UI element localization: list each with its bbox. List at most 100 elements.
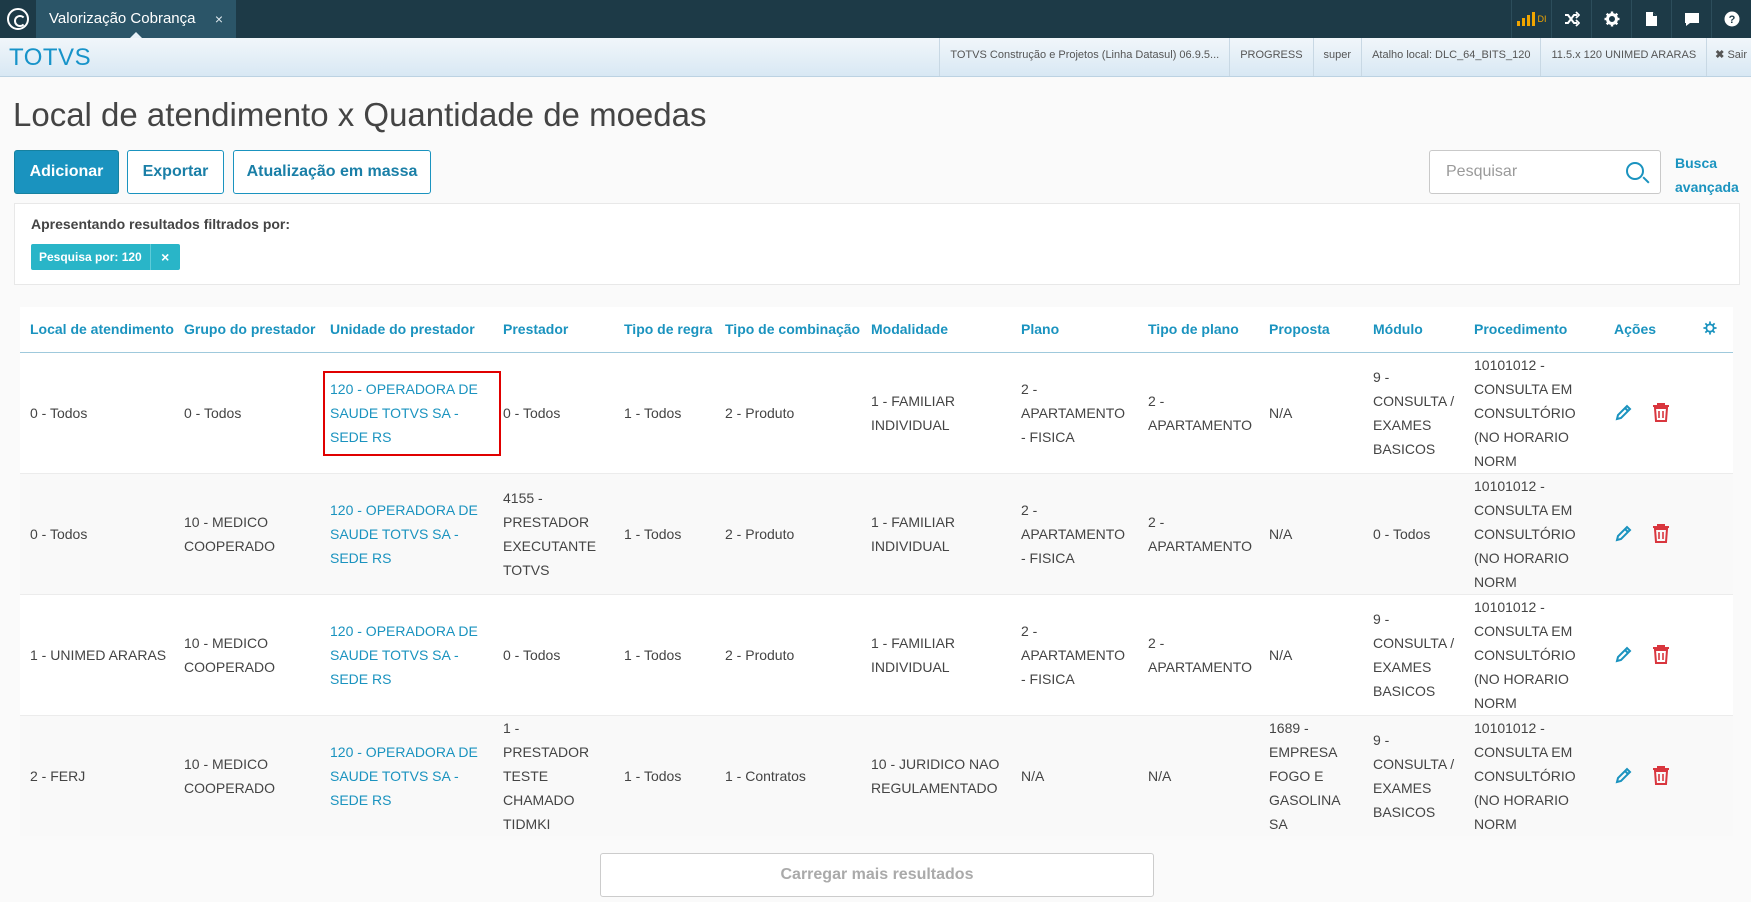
table-cell: 4155 - PRESTADOR EXECUTANTE TOTVS (493, 473, 614, 595)
table-cell: 2 - APARTAMENTO - FISICA (1011, 594, 1138, 716)
app-logo-icon[interactable] (7, 8, 29, 30)
table-cell: 1 - Contratos (715, 715, 861, 836)
trash-icon[interactable] (1652, 765, 1674, 787)
shuffle-icon[interactable] (1551, 0, 1591, 38)
add-button[interactable]: Adicionar (14, 150, 119, 194)
table-cell: 1 - Todos (614, 473, 715, 595)
chip-close-icon[interactable]: × (149, 244, 180, 270)
table-cell: 1689 - EMPRESA FOGO E GASOLINA SA (1259, 715, 1363, 836)
close-icon: ✖ (1715, 49, 1725, 61)
table-cell: 0 - Todos (20, 352, 174, 474)
chat-icon[interactable] (1671, 0, 1711, 38)
session-info: TOTVS Construção e Projetos (Linha Datas… (939, 38, 1751, 76)
table-cell: 1 - UNIMED ARARAS (20, 594, 174, 716)
header-bar: TOTVS TOTVS Construção e Projetos (Linha… (0, 38, 1751, 77)
tab-close-icon[interactable]: × (215, 0, 223, 38)
row-actions (1604, 352, 1693, 474)
col-acoes: Ações (1604, 307, 1693, 353)
table-cell: 1 - FAMILIAR INDIVIDUAL (861, 473, 1011, 595)
document-icon[interactable] (1631, 0, 1671, 38)
table-cell: 10101012 - CONSULTA EM CONSULTÓRIO (NO H… (1464, 715, 1604, 836)
table-cell[interactable]: 120 - OPERADORA DE SAUDE TOTVS SA - SEDE… (320, 352, 501, 474)
table-cell: N/A (1259, 473, 1363, 595)
col-modalidade[interactable]: Modalidade (861, 307, 1011, 353)
search-icon[interactable] (1626, 162, 1644, 180)
highlight-box (323, 370, 501, 456)
col-grupo-prestador[interactable]: Grupo do prestador (174, 307, 320, 353)
gear-icon (1703, 321, 1717, 335)
table-cell: 1 - Todos (614, 594, 715, 716)
table-cell: 10101012 - CONSULTA EM CONSULTÓRIO (NO H… (1464, 352, 1604, 474)
pencil-icon[interactable] (1614, 644, 1636, 666)
page-title: Local de atendimento x Quantidade de moe… (13, 96, 707, 133)
table-row[interactable]: 0 - Todos 0 - Todos 120 - OPERADORA DE SAU… (20, 352, 1733, 474)
settings-gear-icon[interactable] (1591, 0, 1631, 38)
table-cell: 9 - CONSULTA / EXAMES BASICOS (1363, 352, 1464, 474)
results-table: Local de atendimento Grupo do prestador … (20, 307, 1733, 836)
load-more-button[interactable]: Carregar mais resultados (600, 853, 1154, 897)
column-settings[interactable] (1693, 307, 1733, 353)
table-cell: 2 - APARTAMENTO (1138, 473, 1259, 595)
advanced-search-link[interactable]: Busca avançada (1675, 151, 1745, 199)
table-cell: 0 - Todos (20, 473, 174, 595)
mass-update-button[interactable]: Atualização em massa (233, 150, 431, 194)
col-plano[interactable]: Plano (1011, 307, 1138, 353)
col-tipo-regra[interactable]: Tipo de regra (614, 307, 715, 353)
filter-panel: Apresentando resultados filtrados por: P… (14, 203, 1740, 285)
table-cell: 1 - FAMILIAR INDIVIDUAL (861, 352, 1011, 474)
table-cell: 2 - APARTAMENTO - FISICA (1011, 473, 1138, 595)
table-cell: 10101012 - CONSULTA EM CONSULTÓRIO (NO H… (1464, 594, 1604, 716)
pencil-icon[interactable] (1614, 765, 1636, 787)
database-info: PROGRESS (1229, 38, 1312, 76)
table-row[interactable]: 2 - FERJ 10 - MEDICO COOPERADO 120 - OPERA… (20, 715, 1733, 836)
signal-indicator[interactable]: DI (1511, 0, 1551, 38)
table-cell: 2 - APARTAMENTO (1138, 594, 1259, 716)
row-spacer (1693, 594, 1733, 716)
signal-label: DI (1537, 14, 1547, 24)
row-actions (1604, 473, 1693, 595)
table-cell: 0 - Todos (174, 352, 320, 474)
table-cell[interactable]: 120 - OPERADORA DE SAUDE TOTVS SA - SEDE… (320, 594, 493, 716)
col-tipo-combinacao[interactable]: Tipo de combinação (715, 307, 861, 353)
row-spacer (1693, 352, 1733, 474)
table-cell: 0 - Todos (493, 352, 614, 474)
col-local-atendimento[interactable]: Local de atendimento (20, 307, 174, 353)
table-cell[interactable]: 120 - OPERADORA DE SAUDE TOTVS SA - SEDE… (320, 473, 493, 595)
trash-icon[interactable] (1652, 644, 1674, 666)
pencil-icon[interactable] (1614, 402, 1636, 424)
table-cell: N/A (1259, 352, 1363, 474)
col-prestador[interactable]: Prestador (493, 307, 614, 353)
search-input[interactable] (1446, 163, 1616, 181)
company-info: 11.5.x 120 UNIMED ARARAS (1540, 38, 1706, 76)
table-row[interactable]: 1 - UNIMED ARARAS 10 - MEDICO COOPERADO 12… (20, 594, 1733, 716)
col-procedimento[interactable]: Procedimento (1464, 307, 1604, 353)
table-cell[interactable]: 120 - OPERADORA DE SAUDE TOTVS SA - SEDE… (320, 715, 493, 836)
table-row[interactable]: 0 - Todos 10 - MEDICO COOPERADO 120 - OPER… (20, 473, 1733, 595)
filter-label: Apresentando resultados filtrados por: (31, 216, 291, 232)
col-proposta[interactable]: Proposta (1259, 307, 1363, 353)
product-info: TOTVS Construção e Projetos (Linha Datas… (939, 38, 1229, 76)
export-button[interactable]: Exportar (127, 150, 224, 194)
col-modulo[interactable]: Módulo (1363, 307, 1464, 353)
col-unidade-prestador[interactable]: Unidade do prestador (320, 307, 493, 353)
row-actions (1604, 594, 1693, 716)
table-cell: 2 - APARTAMENTO (1138, 352, 1259, 474)
trash-icon[interactable] (1652, 523, 1674, 545)
table-cell: 2 - Produto (715, 473, 861, 595)
filter-chip-label: Pesquisa por: 120 (39, 250, 142, 264)
row-actions (1604, 715, 1693, 836)
logout-button[interactable]: ✖ Sair (1706, 38, 1751, 76)
logout-label: Sair (1727, 49, 1747, 61)
col-tipo-plano[interactable]: Tipo de plano (1138, 307, 1259, 353)
table-cell: 2 - FERJ (20, 715, 174, 836)
top-toolbar: DI ? (1511, 0, 1751, 38)
trash-icon[interactable] (1652, 402, 1674, 424)
pencil-icon[interactable] (1614, 523, 1636, 545)
row-spacer (1693, 473, 1733, 595)
user-info: super (1312, 38, 1362, 76)
help-icon[interactable]: ? (1711, 0, 1751, 38)
tab-title: Valorização Cobrança (49, 10, 196, 27)
table-cell: 10 - JURIDICO NAO REGULAMENTADO (861, 715, 1011, 836)
table-cell: 0 - Todos (493, 594, 614, 716)
search-box (1429, 150, 1661, 194)
